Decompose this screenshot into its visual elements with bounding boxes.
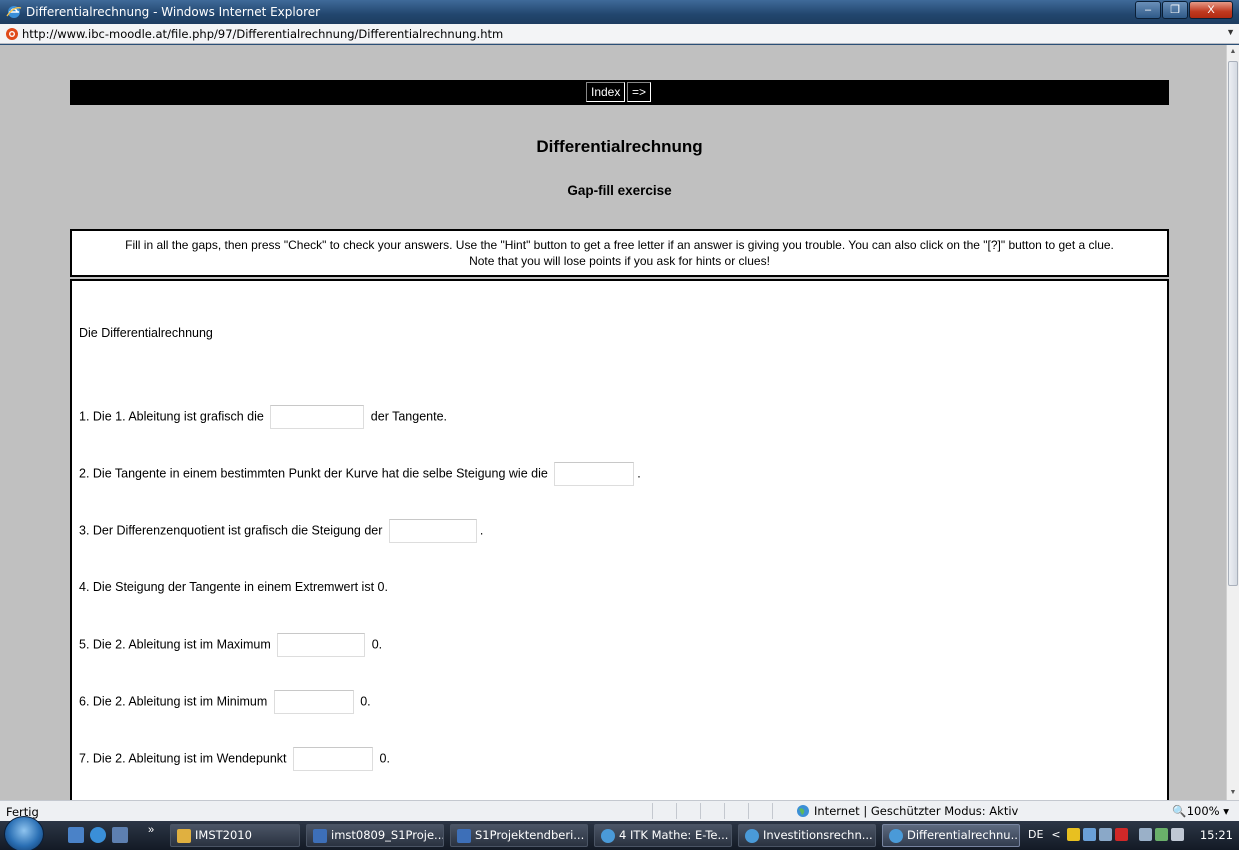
taskbar-item-word-doc-2[interactable]: S1Projektendberi... <box>450 824 588 847</box>
nav-bar: Index => <box>70 80 1169 105</box>
quick-launch <box>68 827 128 843</box>
vertical-scrollbar[interactable]: ▲ ▼ <box>1226 45 1239 800</box>
gap-input-5[interactable] <box>277 633 366 657</box>
taskbar-item-differentialrechnung[interactable]: Differentialrechnu... <box>882 824 1020 847</box>
taskbar-item-label: Investitionsrechn... <box>763 828 873 842</box>
question-text-after: . <box>637 466 641 481</box>
scroll-up-icon[interactable]: ▲ <box>1227 45 1239 59</box>
page-title: Differentialrechnung <box>536 137 703 156</box>
word-document-icon <box>457 829 471 843</box>
question-6: 6. Die 2. Ableitung ist im Minimum 0. <box>79 690 371 714</box>
question-text-after: der Tangente. <box>370 409 448 424</box>
security-zone-text: Internet | Geschützter Modus: Aktiv <box>814 804 1019 818</box>
question-1: 1. Die 1. Ableitung ist grafisch die der… <box>79 405 447 429</box>
volume-icon[interactable] <box>1170 828 1184 841</box>
gap-input-6[interactable] <box>273 690 354 714</box>
show-desktop-icon[interactable] <box>68 827 84 843</box>
security-zone[interactable]: Internet | Geschützter Modus: Aktiv <box>796 804 1018 818</box>
question-text: 7. Die 2. Ableitung ist im Wendepunkt <box>79 751 287 766</box>
question-text: 1. Die 1. Ableitung ist grafisch die <box>79 409 264 424</box>
system-tray: DE < <box>1028 828 1187 841</box>
question-text: 2. Die Tangente in einem bestimmten Punk… <box>79 466 548 481</box>
tray-app-icon[interactable] <box>1066 828 1080 841</box>
status-bar: Fertig Internet | Geschützter Modus: Akt… <box>0 800 1239 821</box>
maximize-button[interactable]: ❐ <box>1162 1 1188 19</box>
tray-app-icon[interactable] <box>1114 828 1128 841</box>
language-indicator[interactable]: DE <box>1028 828 1043 841</box>
exercise-intro: Die Differentialrechnung <box>79 326 213 340</box>
page-icon <box>6 28 18 40</box>
question-2: 2. Die Tangente in einem bestimmten Punk… <box>79 462 641 486</box>
taskbar-item-label: S1Projektendberi... <box>475 828 585 842</box>
question-text: 5. Die 2. Ableitung ist im Maximum <box>79 637 271 652</box>
internet-explorer-icon <box>6 6 22 18</box>
question-4: 4. Die Steigung der Tangente in einem Ex… <box>79 580 388 594</box>
network-icon[interactable] <box>1138 828 1152 841</box>
instructions-note: Note that you will lose points if you as… <box>469 254 770 268</box>
address-bar[interactable]: http://www.ibc-moodle.at/file.php/97/Dif… <box>0 24 1239 44</box>
quick-launch-chevron[interactable]: » <box>148 824 154 836</box>
zoom-control[interactable]: 🔍100% ▾ <box>1172 804 1229 818</box>
url-text[interactable]: http://www.ibc-moodle.at/file.php/97/Dif… <box>22 27 503 41</box>
word-document-icon <box>313 829 327 843</box>
gap-input-1[interactable] <box>270 405 365 429</box>
exercise-panel: Die Differentialrechnung 1. Die 1. Ablei… <box>70 279 1169 800</box>
gap-input-3[interactable] <box>388 519 477 543</box>
next-button[interactable]: => <box>627 82 652 102</box>
gap-input-7[interactable] <box>293 747 374 771</box>
instructions-text: Fill in all the gaps, then press "Check"… <box>125 238 1114 252</box>
question-text-after: 0. <box>360 694 371 709</box>
taskbar-item-label: 4 ITK Mathe: E-Te... <box>619 828 729 842</box>
taskbar-item-investitionsrechnung[interactable]: Investitionsrechn... <box>738 824 876 847</box>
globe-icon <box>797 805 809 817</box>
folder-icon <box>177 829 191 843</box>
scroll-down-icon[interactable]: ▼ <box>1227 786 1239 800</box>
question-3: 3. Der Differenzenquotient ist grafisch … <box>79 519 483 543</box>
question-5: 5. Die 2. Ableitung ist im Maximum 0. <box>79 633 382 657</box>
question-text: 3. Der Differenzenquotient ist grafisch … <box>79 523 383 538</box>
tray-app-icon[interactable] <box>1098 828 1112 841</box>
status-separators <box>652 803 796 819</box>
internet-explorer-icon <box>889 829 903 843</box>
switch-windows-icon[interactable] <box>112 827 128 843</box>
question-text-after: 0. <box>379 751 390 766</box>
window-title-bar: Differentialrechnung - Windows Internet … <box>0 0 1239 24</box>
clock[interactable]: 15:21 <box>1200 828 1233 842</box>
tray-app-icon[interactable] <box>1082 828 1096 841</box>
page-content: Index => Differentialrechnung Gap-fill e… <box>0 45 1226 800</box>
taskbar-item-label: IMST2010 <box>195 828 252 842</box>
taskbar-item-word-doc-1[interactable]: imst0809_S1Proje... <box>306 824 444 847</box>
instructions-box: Fill in all the gaps, then press "Check"… <box>70 229 1169 277</box>
taskbar-item-label: Differentialrechnu... <box>907 828 1020 842</box>
tray-app-icon[interactable] <box>1154 828 1168 841</box>
minimize-button[interactable]: – <box>1135 1 1161 19</box>
question-text: 4. Die Steigung der Tangente in einem Ex… <box>79 580 388 594</box>
chevron-down-icon[interactable]: ▼ <box>1226 27 1235 37</box>
internet-explorer-icon <box>745 829 759 843</box>
taskbar-item-ie-group[interactable]: 4 ITK Mathe: E-Te... <box>594 824 732 847</box>
start-button[interactable] <box>4 816 44 850</box>
taskbar-item-label: imst0809_S1Proje... <box>331 828 444 842</box>
question-text-after: 0. <box>371 637 383 652</box>
window-title: Differentialrechnung - Windows Internet … <box>26 5 321 19</box>
close-button[interactable]: X <box>1189 1 1233 19</box>
page-subtitle: Gap-fill exercise <box>567 183 672 198</box>
internet-explorer-icon <box>601 829 615 843</box>
internet-explorer-icon[interactable] <box>90 827 106 843</box>
gap-input-2[interactable] <box>554 462 635 486</box>
taskbar-item-imst2010[interactable]: IMST2010 <box>170 824 300 847</box>
question-text: 6. Die 2. Ableitung ist im Minimum <box>79 694 268 709</box>
index-button[interactable]: Index <box>586 82 626 102</box>
scrollbar-thumb[interactable] <box>1228 61 1238 586</box>
question-7: 7. Die 2. Ableitung ist im Wendepunkt 0. <box>79 747 390 771</box>
tray-expand-icon[interactable]: < <box>1051 828 1060 841</box>
taskbar: » IMST2010 imst0809_S1Proje... S1Projekt… <box>0 816 1239 850</box>
question-text-after: . <box>479 523 484 538</box>
